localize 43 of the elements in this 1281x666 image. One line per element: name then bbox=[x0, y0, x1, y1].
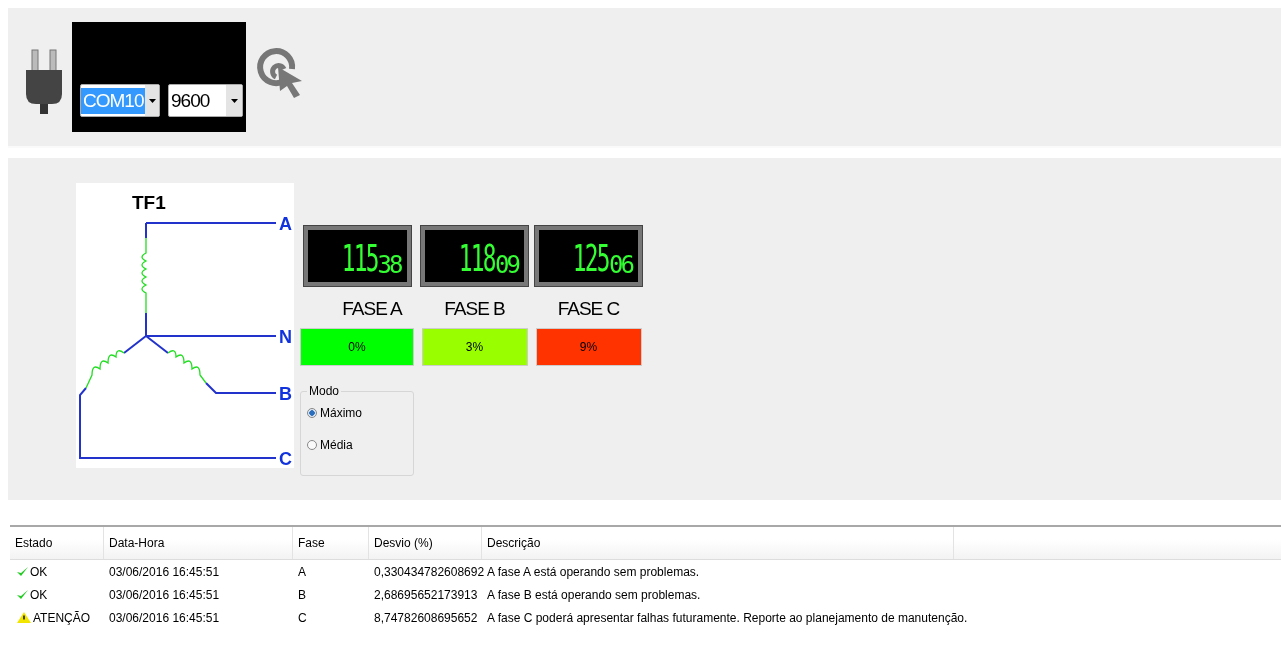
group-title: Modo bbox=[308, 384, 341, 398]
terminal-label: C bbox=[279, 449, 292, 468]
transformer-label: TF1 bbox=[132, 192, 166, 213]
radio-option[interactable]: Máximo bbox=[307, 406, 407, 420]
seven-segment-display: 11809 bbox=[421, 226, 528, 286]
column-header[interactable]: Descrição bbox=[482, 527, 954, 559]
phase-label: FASE A bbox=[342, 298, 402, 320]
table-cell-text: 03/06/2016 16:45:51 bbox=[108, 587, 221, 602]
phase-label: FASE C bbox=[557, 298, 620, 320]
deviation-indicator: 3% bbox=[421, 328, 528, 366]
table-cell-text: A fase C poderá apresentar falhas futuramente. Reporte ao planejamento de manutenção. bbox=[486, 610, 968, 625]
phase-label: FASE B bbox=[444, 298, 505, 320]
table-cell-text: OK bbox=[29, 587, 48, 602]
table-cell-text: A fase B está operando sem problemas. bbox=[486, 587, 701, 602]
table-cell-text: 0,330434782608692 bbox=[373, 564, 482, 579]
terminal-label: A bbox=[279, 214, 292, 234]
table-cell-text: A fase A está operando sem problemas. bbox=[486, 564, 700, 579]
seven-segment-display: 11538 bbox=[303, 226, 411, 286]
table-cell-text: 2,68695652173913 bbox=[373, 587, 479, 602]
deviation-indicator: 9% bbox=[535, 328, 642, 366]
warning-icon bbox=[17, 612, 31, 623]
table-cell-text: A bbox=[297, 564, 307, 579]
terminal-label: B bbox=[279, 384, 292, 404]
radio-option[interactable]: Média bbox=[307, 438, 407, 452]
column-header[interactable]: Desvio (%) bbox=[369, 527, 482, 559]
table-cell-text: ATENÇÃO bbox=[32, 610, 91, 625]
column-header[interactable]: Data-Hora bbox=[104, 527, 293, 559]
check-icon bbox=[17, 589, 28, 600]
column-header[interactable]: Fase bbox=[293, 527, 369, 559]
table-cell-text: 03/06/2016 16:45:51 bbox=[108, 564, 221, 579]
terminal-label: N bbox=[279, 327, 292, 347]
table-cell-text: 03/06/2016 16:45:51 bbox=[108, 610, 221, 625]
baud-dropdown[interactable]: 9600 bbox=[168, 84, 243, 117]
table-cell-text: 8,74782608695652 bbox=[373, 610, 479, 625]
seven-segment-display: 12506 bbox=[535, 226, 642, 286]
table-cell-text: C bbox=[297, 610, 308, 625]
caret-icon bbox=[230, 98, 238, 103]
deviation-indicator: 0% bbox=[300, 328, 414, 366]
table-cell-text: OK bbox=[29, 564, 48, 579]
caret-icon bbox=[148, 98, 156, 103]
check-icon bbox=[17, 566, 28, 577]
table-cell-text: B bbox=[297, 587, 307, 602]
column-header[interactable]: Estado bbox=[10, 527, 104, 559]
